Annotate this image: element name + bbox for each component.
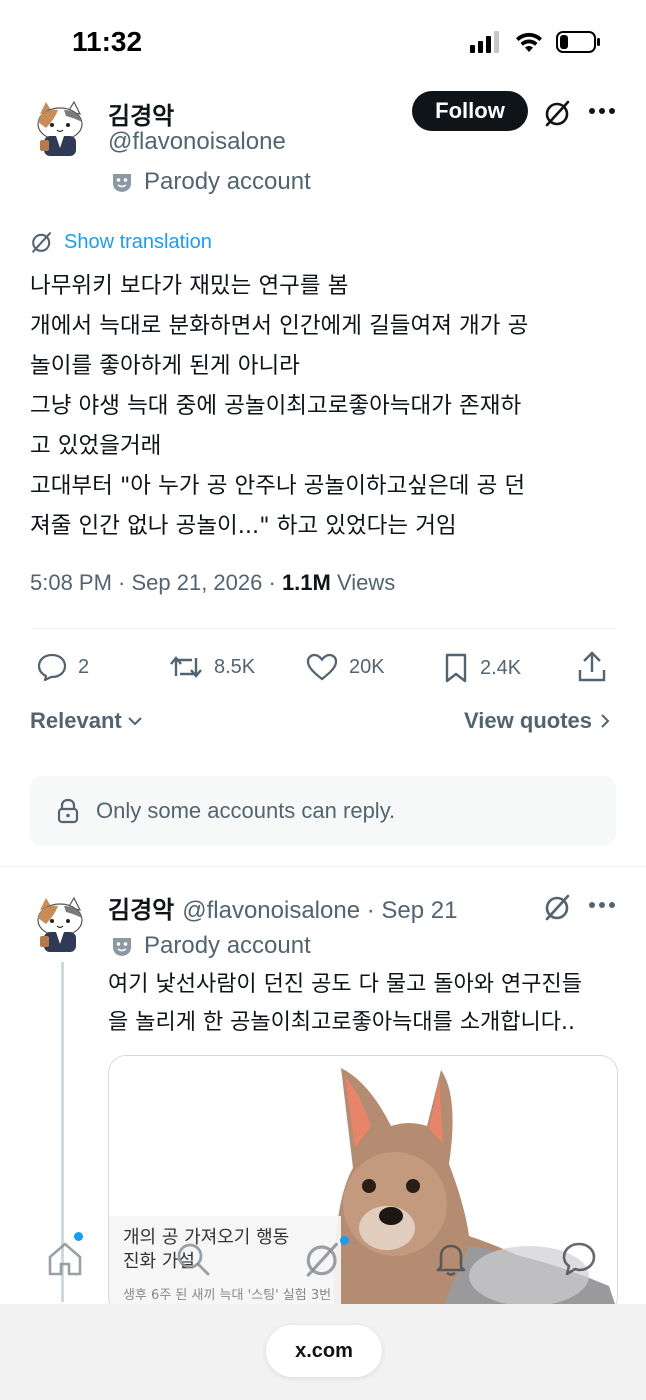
reply-author-handle[interactable]: @flavonoisalone · Sep 21 <box>182 897 457 925</box>
search-icon <box>177 1243 210 1276</box>
like-count: 20K <box>349 655 385 678</box>
tweet-text: 나무위키 보다가 재밌는 연구를 봄 개에서 늑대로 분화하면서 인간에게 길들… <box>30 266 616 546</box>
grok-icon <box>545 894 570 921</box>
chat-bubble-icon <box>562 1242 596 1276</box>
reply-button[interactable]: 2 <box>36 652 89 682</box>
reply-parody-label: Parody account <box>144 932 311 959</box>
reply-author-name[interactable]: 김경악 <box>108 890 174 925</box>
divider <box>30 628 616 629</box>
repost-button[interactable]: 8.5K <box>168 652 255 682</box>
sort-relevant-label: Relevant <box>30 708 122 733</box>
reply-parody-badge: Parody account <box>110 932 311 960</box>
author-name[interactable]: 김경악 <box>108 96 174 131</box>
reply-header: 김경악 @flavonoisalone · Sep 21 <box>108 890 457 925</box>
tweet-line: 놀이를 좋아하게 된게 아니라 <box>30 353 300 379</box>
grok-icon <box>545 100 570 127</box>
follow-button[interactable]: Follow <box>412 91 528 131</box>
author-avatar[interactable] <box>28 96 92 160</box>
tweet-actions: 2 8.5K 20K 2.4K <box>0 650 646 690</box>
tweet-line: 고대부터 "아 누가 공 안주나 공놀이하고싶은데 공 던 <box>30 473 526 499</box>
repost-icon <box>170 656 202 678</box>
cellular-signal-icon <box>470 31 499 53</box>
share-button[interactable] <box>576 650 608 684</box>
reply-tweet-text: 여기 낯선사람이 던진 공도 다 물고 돌아와 연구진들 을 놀리게 한 공놀이… <box>108 966 618 1042</box>
tab-grok[interactable] <box>300 1236 346 1282</box>
reply-line: 여기 낯선사람이 던진 공도 다 물고 돌아와 연구진들 <box>108 972 582 997</box>
bookmark-icon <box>445 653 467 683</box>
bookmark-count: 2.4K <box>480 656 522 679</box>
cat-avatar-icon <box>28 96 92 160</box>
heart-icon <box>306 653 338 681</box>
parody-badge: Parody account <box>110 168 311 196</box>
bookmark-button[interactable]: 2.4K <box>442 652 521 684</box>
show-translation-link[interactable]: Show translation <box>30 230 212 254</box>
tweet-line: 고 있었을거래 <box>30 433 162 459</box>
status-icons <box>470 30 602 54</box>
show-translation-label: Show translation <box>64 230 212 253</box>
grok-notification-dot <box>340 1236 349 1245</box>
browser-url-bar[interactable]: x.com <box>266 1325 382 1377</box>
lock-icon <box>57 798 79 824</box>
tab-home[interactable] <box>42 1236 88 1282</box>
chevron-right-icon <box>601 714 610 728</box>
views-count: 1.1M <box>281 570 331 595</box>
tweet-timestamp[interactable]: 5:08 PM · Sep 21, 2026 · <box>30 570 282 595</box>
bottom-tab-bar <box>0 1216 646 1306</box>
grok-translate-icon <box>32 232 52 253</box>
share-icon <box>578 651 606 682</box>
more-dots-icon <box>589 108 615 114</box>
tweet-line: 그냥 야생 늑대 중에 공놀이최고로좋아늑대가 존재하 <box>30 393 522 419</box>
parody-mask-icon <box>113 938 131 956</box>
reply-more-options-button[interactable] <box>584 890 620 920</box>
parody-mask-icon <box>113 174 131 192</box>
home-icon <box>48 1242 82 1276</box>
bell-icon <box>436 1244 466 1276</box>
reply-grok-button[interactable] <box>540 890 576 924</box>
views-label: Views <box>330 570 396 595</box>
divider <box>0 866 646 867</box>
reply-bubble-icon <box>37 653 67 682</box>
cat-avatar-icon <box>28 892 92 956</box>
view-quotes-label: View quotes <box>464 708 592 733</box>
status-bar: 11:32 <box>0 0 646 86</box>
parody-label: Parody account <box>144 168 311 195</box>
grok-button[interactable] <box>540 96 576 130</box>
reply-line: 을 놀리게 한 공놀이최고로좋아늑대를 소개합니다.. <box>108 1010 576 1035</box>
like-button[interactable]: 20K <box>305 652 385 682</box>
tweet-line: 나무위키 보다가 재밌는 연구를 봄 <box>30 273 349 299</box>
repost-count: 8.5K <box>214 655 256 678</box>
tab-search[interactable] <box>170 1236 216 1282</box>
view-quotes-link[interactable]: View quotes <box>464 708 612 734</box>
home-notification-dot <box>74 1232 83 1241</box>
reply-author-avatar[interactable] <box>28 892 92 956</box>
reply-count: 2 <box>78 655 90 678</box>
sort-relevant-dropdown[interactable]: Relevant <box>30 708 144 734</box>
tab-messages[interactable] <box>556 1236 602 1282</box>
wifi-icon <box>516 32 542 52</box>
more-dots-icon <box>589 902 615 908</box>
reply-restriction-text: Only some accounts can reply. <box>96 798 396 823</box>
tweet-line: 져줄 인간 없나 공놀이..." 하고 있었다는 거임 <box>30 513 457 539</box>
author-handle[interactable]: @flavonoisalone <box>108 128 286 156</box>
battery-icon <box>556 31 600 53</box>
tweet-line: 개에서 늑대로 분화하면서 인간에게 길들여져 개가 공 <box>30 313 529 339</box>
status-time: 11:32 <box>72 26 143 57</box>
grok-icon <box>306 1242 338 1277</box>
tab-notifications[interactable] <box>428 1236 474 1282</box>
reply-restriction-notice: Only some accounts can reply. <box>30 776 616 846</box>
more-options-button[interactable] <box>584 96 620 126</box>
tweet-meta: 5:08 PM · Sep 21, 2026 · 1.1M Views <box>30 570 395 596</box>
chevron-down-icon <box>128 717 142 726</box>
